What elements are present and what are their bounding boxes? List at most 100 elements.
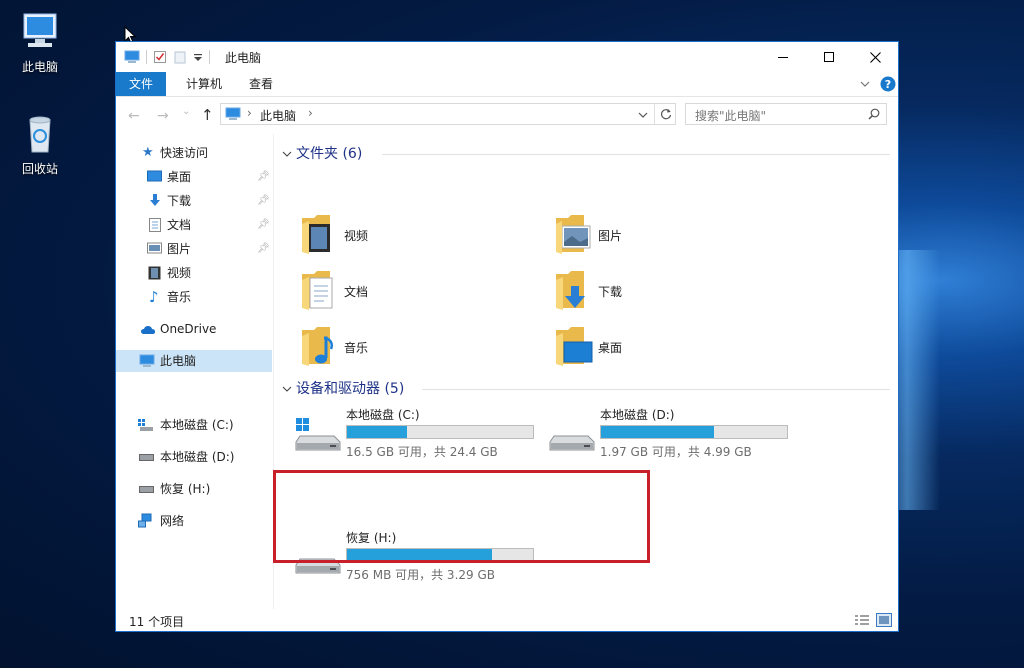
up-arrow-icon[interactable]: ↑ — [201, 106, 214, 124]
nav-label: 本地磁盘 (C:) — [160, 418, 234, 432]
nav-label: 快速访问 — [160, 146, 209, 160]
window-title: 此电脑 — [225, 51, 262, 65]
folder-downloads[interactable]: 下载 — [554, 268, 754, 316]
title-bar[interactable]: 此电脑 — [116, 42, 898, 72]
document-icon — [149, 218, 161, 232]
address-bar[interactable]: › 此电脑 › — [220, 103, 676, 125]
nav-downloads[interactable]: 下载 📌︎ — [116, 190, 272, 212]
recent-locations-chevron-icon[interactable]: ⌄ — [182, 106, 190, 117]
music-folder-icon — [302, 327, 334, 366]
properties-icon[interactable] — [153, 50, 167, 64]
address-divider — [654, 104, 655, 124]
back-arrow-icon[interactable]: ← — [128, 108, 140, 124]
nav-documents[interactable]: 文档 📌︎ — [116, 214, 272, 236]
group-divider-line — [422, 389, 890, 390]
nav-music[interactable]: ♪ 音乐 — [116, 286, 272, 308]
folder-desktop[interactable]: 桌面 — [554, 324, 754, 372]
drive-free-space: 756 MB 可用，共 3.29 GB — [346, 568, 495, 582]
drive-usage-bar — [600, 425, 788, 439]
breadcrumb-this-pc[interactable]: 此电脑 — [260, 107, 296, 124]
desktop-this-pc-icon[interactable]: 此电脑 — [8, 10, 72, 75]
minimize-button[interactable] — [760, 42, 806, 72]
nav-label: 音乐 — [167, 290, 192, 304]
nav-drive-h[interactable]: 恢复 (H:) — [116, 478, 272, 500]
group-title: 设备和驱动器 (5) — [296, 381, 405, 397]
folder-videos[interactable]: 视频 — [300, 212, 500, 260]
nav-label: 恢复 (H:) — [160, 482, 211, 496]
breadcrumb-separator-icon[interactable]: › — [308, 106, 313, 120]
nav-desktop[interactable]: 桌面 📌︎ — [116, 166, 272, 188]
folders-group-header[interactable]: 文件夹 (6) — [282, 144, 890, 164]
status-bar: 11 个项目 — [116, 609, 898, 631]
expand-ribbon-chevron-icon[interactable] — [860, 80, 870, 88]
picture-icon — [147, 242, 162, 254]
devices-group-header[interactable]: 设备和驱动器 (5) — [282, 379, 890, 399]
help-icon[interactable]: ? — [880, 76, 896, 92]
nav-label: 图片 — [167, 242, 192, 256]
documents-folder-icon — [302, 271, 333, 310]
folder-label: 下载 — [598, 285, 623, 299]
search-icon[interactable] — [868, 108, 880, 120]
nav-videos[interactable]: 视频 — [116, 262, 272, 284]
computer-icon — [23, 13, 57, 47]
maximize-icon — [824, 52, 834, 62]
item-count: 11 个项目 — [129, 615, 185, 629]
desktop-icon-label: 此电脑 — [21, 60, 58, 74]
nav-pictures[interactable]: 图片 📌︎ — [116, 238, 272, 260]
folder-label: 文档 — [344, 285, 369, 299]
drive-usage-fill — [601, 426, 715, 438]
film-icon — [148, 266, 161, 280]
drive-usage-fill — [347, 426, 407, 438]
nav-network[interactable]: 网络 — [116, 510, 272, 532]
details-view-icon[interactable] — [854, 614, 870, 626]
drive-free-space: 16.5 GB 可用，共 24.4 GB — [346, 445, 498, 459]
nav-label: 此电脑 — [160, 354, 197, 368]
folder-music[interactable]: 音乐 — [300, 324, 500, 372]
chevron-down-icon — [282, 386, 292, 392]
close-button[interactable] — [852, 42, 898, 72]
new-folder-icon[interactable] — [173, 50, 187, 64]
drive-c[interactable]: 本地磁盘 (C:) 16.5 GB 可用，共 24.4 GB — [294, 406, 544, 462]
tab-computer[interactable]: 计算机 — [173, 72, 235, 96]
nav-this-pc[interactable]: 此电脑 — [116, 350, 272, 372]
pin-icon[interactable]: 📌︎ — [257, 238, 270, 260]
pin-icon[interactable]: 📌︎ — [257, 190, 270, 212]
download-arrow-icon — [150, 194, 160, 206]
drive-free-space: 1.97 GB 可用，共 4.99 GB — [600, 445, 752, 459]
drive-icon — [139, 486, 154, 493]
pin-icon[interactable]: 📌︎ — [257, 214, 270, 236]
customize-toolbar-dropdown-icon[interactable] — [193, 50, 203, 64]
folder-label: 音乐 — [344, 341, 369, 355]
tab-file[interactable]: 文件 — [116, 72, 167, 96]
drive-name: 本地磁盘 (D:) — [600, 408, 675, 422]
nav-label: 网络 — [160, 514, 185, 528]
nav-quick-access[interactable]: ★ 快速访问 — [116, 142, 272, 164]
chevron-down-icon — [282, 151, 292, 157]
nav-label: 视频 — [167, 266, 192, 280]
nav-drive-d[interactable]: 本地磁盘 (D:) — [116, 446, 272, 468]
nav-label: OneDrive — [160, 322, 217, 336]
breadcrumb-separator-icon[interactable]: › — [247, 106, 252, 120]
large-icons-view-icon[interactable] — [876, 613, 892, 627]
network-icon — [138, 513, 152, 528]
address-dropdown-icon[interactable] — [638, 111, 648, 119]
nav-label: 桌面 — [167, 170, 192, 184]
refresh-icon[interactable] — [659, 107, 673, 121]
minimize-icon — [778, 57, 788, 58]
tab-view[interactable]: 查看 — [236, 72, 286, 96]
drive-d[interactable]: 本地磁盘 (D:) 1.97 GB 可用，共 4.99 GB — [548, 406, 798, 462]
music-note-icon: ♪ — [149, 288, 159, 306]
pin-icon[interactable]: 📌︎ — [257, 166, 270, 188]
folder-pictures[interactable]: 图片 — [554, 212, 754, 260]
desktop-icon-label: 回收站 — [21, 162, 58, 176]
drive-name: 本地磁盘 (C:) — [346, 408, 420, 422]
nav-drive-c[interactable]: 本地磁盘 (C:) — [116, 414, 272, 436]
desktop-recycle-bin-icon[interactable]: 回收站 — [8, 112, 72, 177]
nav-onedrive[interactable]: OneDrive — [116, 318, 272, 340]
folder-documents[interactable]: 文档 — [300, 268, 500, 316]
forward-arrow-icon[interactable]: → — [157, 108, 169, 124]
search-box[interactable]: 搜索"此电脑" — [685, 103, 887, 125]
drive-icon — [549, 435, 595, 451]
maximize-button[interactable] — [806, 42, 852, 72]
group-divider-line — [382, 154, 890, 155]
